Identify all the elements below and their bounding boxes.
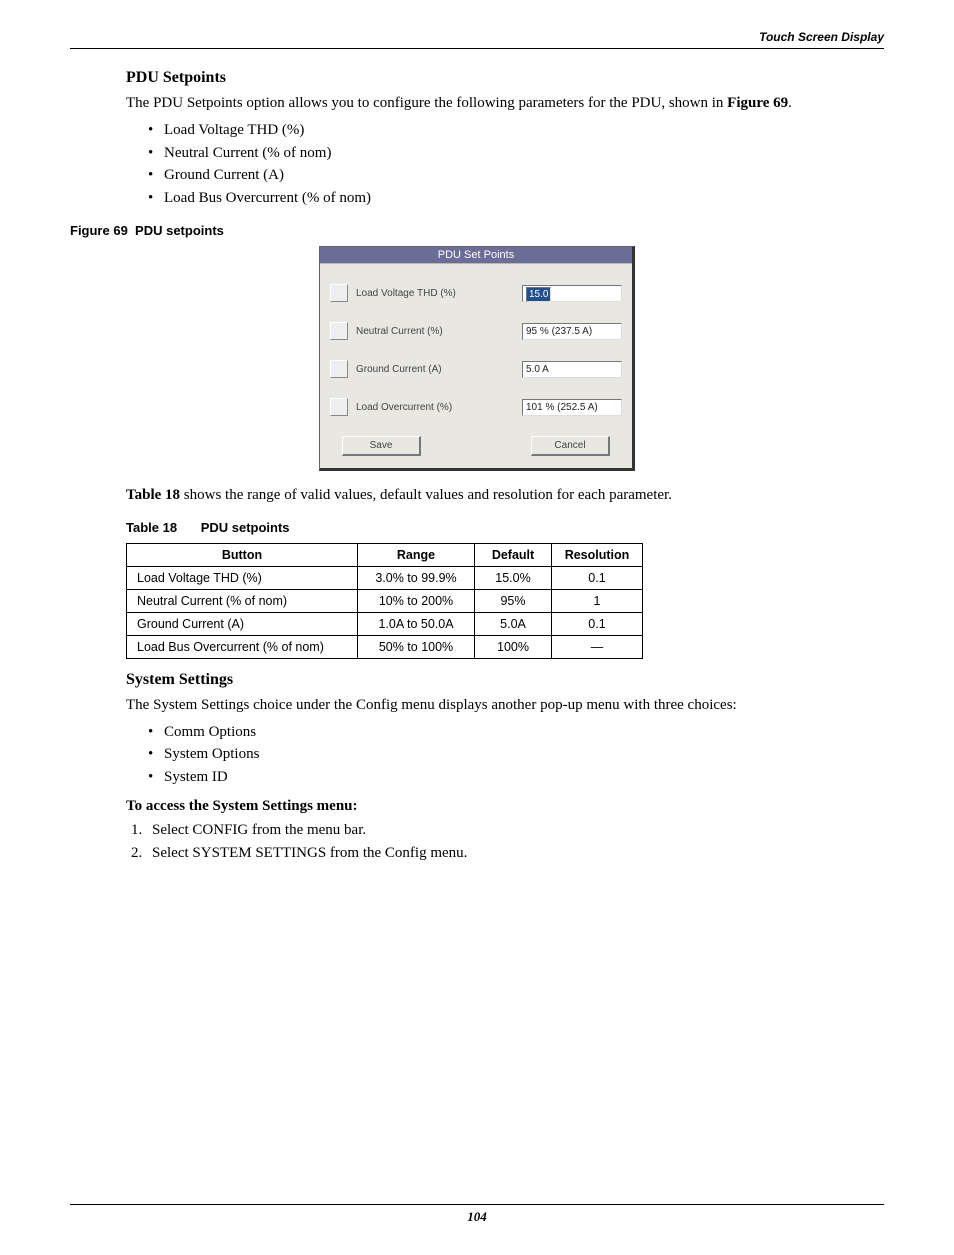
setpoint-chip-icon[interactable]	[330, 322, 348, 340]
setpoint-label: Load Voltage THD (%)	[356, 288, 522, 299]
setpoint-row: Load Overcurrent (%) 101 % (252.5 A)	[330, 398, 622, 416]
access-steps: Select CONFIG from the menu bar. Select …	[126, 819, 884, 864]
access-heading: To access the System Settings menu:	[126, 798, 884, 815]
cell: 95%	[475, 589, 552, 612]
setpoint-field[interactable]: 101 % (252.5 A)	[522, 399, 622, 416]
page-header: Touch Screen Display	[70, 30, 884, 49]
col-range: Range	[358, 543, 475, 566]
setpoint-chip-icon[interactable]	[330, 398, 348, 416]
cell: —	[552, 635, 643, 658]
setpoint-value: 101 % (252.5 A)	[526, 402, 598, 413]
setpoint-label: Ground Current (A)	[356, 364, 522, 375]
page-footer: 104	[70, 1204, 884, 1225]
table-number: Table 18	[126, 520, 177, 535]
dialog-buttons: Save Cancel	[330, 436, 622, 456]
figure-caption: Figure 69 PDU setpoints	[70, 223, 884, 238]
table-title: PDU setpoints	[201, 520, 290, 535]
setpoint-row: Ground Current (A) 5.0 A	[330, 360, 622, 378]
cell: Ground Current (A)	[127, 612, 358, 635]
setpoint-field[interactable]: 5.0 A	[522, 361, 622, 378]
list-item: Comm Options	[148, 721, 884, 744]
table-row: Ground Current (A) 1.0A to 50.0A 5.0A 0.…	[127, 612, 643, 635]
list-item: System Options	[148, 743, 884, 766]
section-title: Touch Screen Display	[759, 30, 884, 44]
setpoint-chip-icon[interactable]	[330, 284, 348, 302]
setpoint-chip-icon[interactable]	[330, 360, 348, 378]
setpoint-field[interactable]: 95 % (237.5 A)	[522, 323, 622, 340]
col-button: Button	[127, 543, 358, 566]
cell: 100%	[475, 635, 552, 658]
cell: Load Voltage THD (%)	[127, 566, 358, 589]
pdu-intro: The PDU Setpoints option allows you to c…	[126, 93, 884, 113]
system-bullet-list: Comm Options System Options System ID	[148, 721, 884, 789]
table-row: Load Bus Overcurrent (% of nom) 50% to 1…	[127, 635, 643, 658]
list-item: Load Bus Overcurrent (% of nom)	[148, 187, 884, 210]
pdu-setpoints-table: Button Range Default Resolution Load Vol…	[126, 543, 643, 659]
setpoint-value: 5.0 A	[526, 364, 549, 375]
table-intro-b: shows the range of valid values, default…	[180, 487, 672, 503]
cell: Neutral Current (% of nom)	[127, 589, 358, 612]
pdu-setpoints-dialog: PDU Set Points Load Voltage THD (%) 15.0…	[319, 246, 635, 471]
setpoint-row: Neutral Current (%) 95 % (237.5 A)	[330, 322, 622, 340]
setpoint-value: 15.0	[526, 287, 551, 302]
cell: 15.0%	[475, 566, 552, 589]
col-default: Default	[475, 543, 552, 566]
cell: 1	[552, 589, 643, 612]
table-row: Neutral Current (% of nom) 10% to 200% 9…	[127, 589, 643, 612]
step-item: Select CONFIG from the menu bar.	[146, 819, 884, 842]
cell: 0.1	[552, 566, 643, 589]
cancel-button[interactable]: Cancel	[531, 436, 610, 456]
table-row: Load Voltage THD (%) 3.0% to 99.9% 15.0%…	[127, 566, 643, 589]
pdu-intro-b: .	[788, 95, 792, 111]
cell: 0.1	[552, 612, 643, 635]
figure-ref: Figure 69	[727, 95, 788, 111]
setpoint-label: Load Overcurrent (%)	[356, 402, 522, 413]
cell: 50% to 100%	[358, 635, 475, 658]
table-intro: Table 18 shows the range of valid values…	[126, 485, 884, 505]
dialog-body: Load Voltage THD (%) 15.0 Neutral Curren…	[320, 263, 632, 468]
col-resolution: Resolution	[552, 543, 643, 566]
setpoint-value: 95 % (237.5 A)	[526, 326, 592, 337]
cell: Load Bus Overcurrent (% of nom)	[127, 635, 358, 658]
figure-number: Figure 69	[70, 223, 128, 238]
cell: 10% to 200%	[358, 589, 475, 612]
table-caption: Table 18 PDU setpoints	[126, 520, 884, 535]
cell: 1.0A to 50.0A	[358, 612, 475, 635]
list-item: Ground Current (A)	[148, 164, 884, 187]
cell: 3.0% to 99.9%	[358, 566, 475, 589]
setpoint-field[interactable]: 15.0	[522, 285, 622, 302]
pdu-bullet-list: Load Voltage THD (%) Neutral Current (% …	[148, 119, 884, 209]
figure-title: PDU setpoints	[135, 223, 224, 238]
setpoint-row: Load Voltage THD (%) 15.0	[330, 284, 622, 302]
save-button[interactable]: Save	[342, 436, 421, 456]
system-intro: The System Settings choice under the Con…	[126, 695, 884, 715]
setpoint-label: Neutral Current (%)	[356, 326, 522, 337]
table-ref: Table 18	[126, 487, 180, 503]
page-number: 104	[467, 1209, 487, 1224]
pdu-setpoints-heading: PDU Setpoints	[126, 69, 884, 87]
list-item: System ID	[148, 766, 884, 789]
system-settings-heading: System Settings	[126, 671, 884, 689]
list-item: Neutral Current (% of nom)	[148, 142, 884, 165]
table-header-row: Button Range Default Resolution	[127, 543, 643, 566]
list-item: Load Voltage THD (%)	[148, 119, 884, 142]
cell: 5.0A	[475, 612, 552, 635]
step-item: Select SYSTEM SETTINGS from the Config m…	[146, 842, 884, 865]
pdu-intro-a: The PDU Setpoints option allows you to c…	[126, 95, 727, 111]
dialog-title: PDU Set Points	[320, 247, 632, 263]
